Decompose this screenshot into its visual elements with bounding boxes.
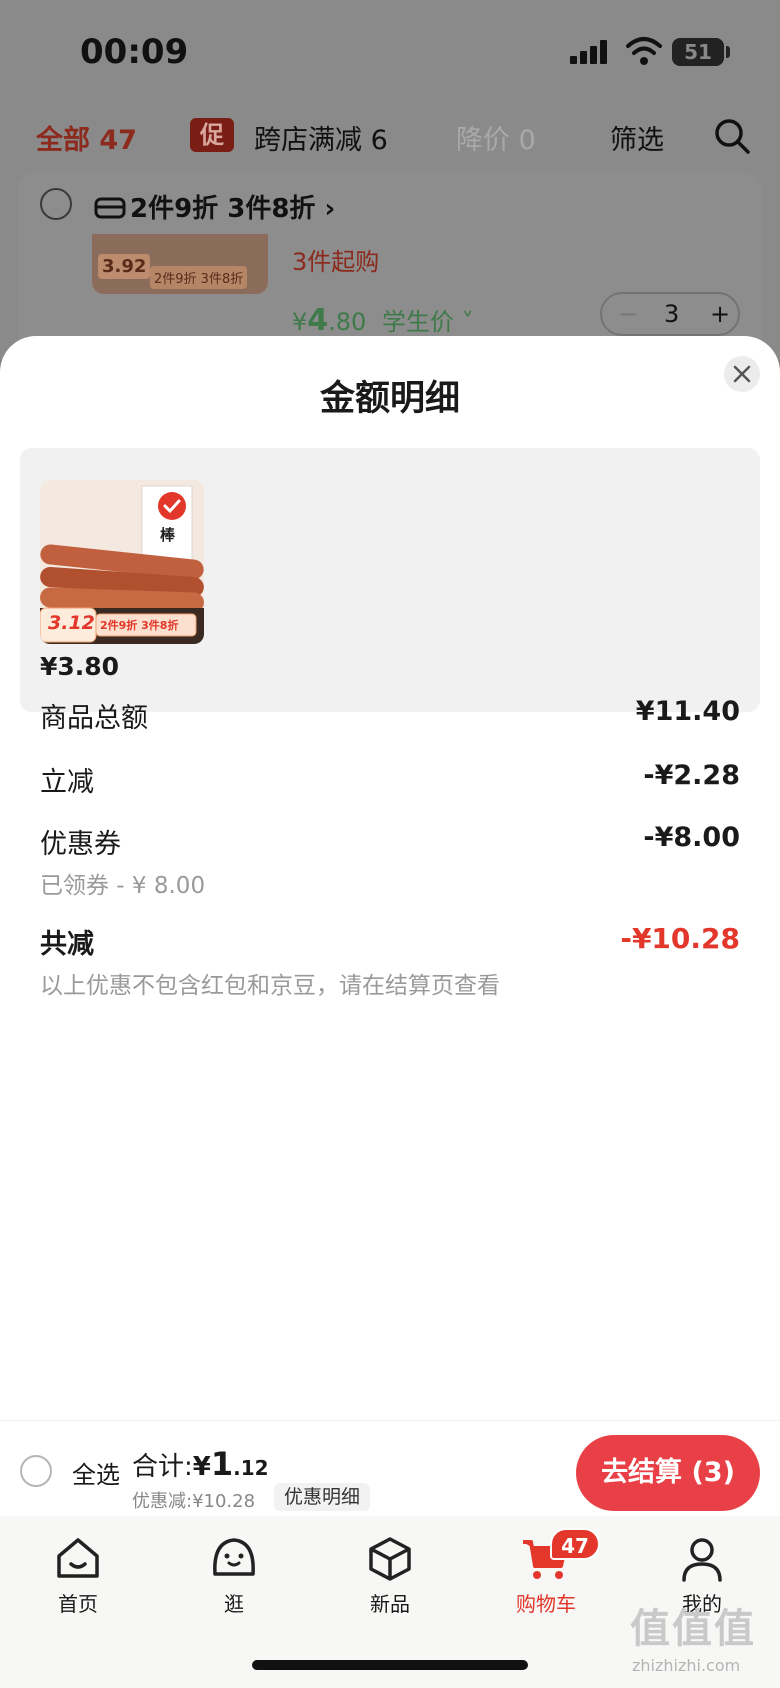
wifi-icon [626, 37, 662, 65]
student-price-label[interactable]: 学生价 ˅ [382, 308, 474, 336]
image-price: 3.12 [48, 612, 95, 634]
shop-icon [94, 197, 126, 219]
filter-all[interactable]: 全部 47 [36, 118, 137, 157]
box-icon [369, 1537, 411, 1581]
search-icon[interactable] [712, 116, 752, 156]
battery-icon: 51 [672, 38, 724, 66]
price-dec: .80 [328, 308, 367, 336]
amount-detail-sheet: 金额明细 棒 3.12 2件9折 3件8折 ¥3.80 商品总额 ¥11.40 … [0, 336, 780, 1420]
filter-price-drop[interactable]: 降价 0 [456, 118, 536, 157]
cart-badge: 47 [550, 1528, 600, 1560]
filter-cross-store[interactable]: 跨店满减 6 [254, 118, 388, 157]
stepper-minus[interactable]: − [618, 300, 638, 328]
total-dec: .12 [233, 1456, 269, 1480]
promo-tag-icon: 促 [190, 118, 234, 152]
tab-home[interactable]: 首页 [28, 1534, 128, 1617]
status-bar: 00:09 51 [0, 0, 780, 100]
image-promo: 2件9折 3件8折 [100, 619, 179, 632]
watermark-logo: 值值值 [630, 1606, 756, 1652]
coupon-sub: 已领券 - ¥ 8.00 [40, 873, 206, 899]
face-icon [213, 1538, 255, 1576]
thumb-price: 3.92 [98, 254, 151, 279]
cart-item-discount[interactable]: 2件9折 3件8折 › [94, 188, 335, 225]
status-time: 00:09 [80, 32, 189, 72]
price-symbol: ¥ [292, 308, 308, 336]
battery-tip [726, 46, 730, 58]
product-price: ¥3.80 [40, 652, 120, 681]
cart-item-checkbox[interactable] [40, 188, 72, 220]
stepper-plus[interactable]: + [710, 300, 730, 328]
stepper-value[interactable]: 3 [664, 300, 679, 328]
signal-icon [570, 40, 610, 64]
product-image[interactable]: 棒 3.12 2件9折 3件8折 [40, 480, 204, 644]
tab-browse[interactable]: 逛 [184, 1534, 284, 1617]
checkout-bar: 全选 合计:¥1.12 优惠减:¥10.28 优惠明细 去结算 (3) [0, 1420, 780, 1516]
thumb-promo: 2件9折 3件8折 [150, 266, 248, 289]
close-icon [733, 365, 751, 383]
image-brand: 棒 [160, 526, 176, 544]
cart-item-thumbnail[interactable]: 3.92 2件9折 3件8折 [92, 234, 268, 294]
quantity-stepper: − 3 + [600, 292, 740, 336]
total-price: 合计:¥1.12 [132, 1445, 269, 1483]
cart-item-price: ¥4.80 学生价 ˅ [292, 302, 474, 338]
home-indicator[interactable] [252, 1660, 528, 1670]
tab-new[interactable]: 新品 [340, 1534, 440, 1617]
tab-browse-label: 逛 [224, 1592, 244, 1616]
close-button[interactable] [724, 356, 760, 392]
product-summary: 棒 3.12 2件9折 3件8折 ¥3.80 [20, 448, 760, 712]
total-reduction-label: 共减 [40, 929, 94, 960]
cart-item-discount-text: 2件9折 3件8折 › [130, 194, 336, 224]
instant-discount-label: 立减 [40, 767, 94, 798]
total-label: 合计: [132, 1452, 193, 1482]
tab-home-label: 首页 [58, 1592, 98, 1616]
total-int: 1 [210, 1445, 234, 1483]
goods-total-value: ¥11.40 [635, 696, 740, 727]
coupon-label: 优惠券 [40, 829, 121, 860]
instant-discount-value: -¥2.28 [643, 760, 740, 791]
user-icon [682, 1538, 722, 1582]
cart-item-min-buy: 3件起购 [292, 248, 380, 276]
tab-cart-label: 购物车 [516, 1592, 576, 1616]
sheet-title: 金额明细 [319, 379, 460, 419]
price-int: 4 [307, 303, 329, 338]
filter-button[interactable]: 筛选 [610, 118, 664, 157]
filter-bar: 全部 47 促 跨店满减 6 降价 0 筛选 [0, 112, 780, 160]
total-symbol: ¥ [192, 1452, 211, 1482]
discount-total: 优惠减:¥10.28 [132, 1491, 256, 1512]
total-reduction-value: -¥10.28 [620, 922, 740, 955]
goods-total-label: 商品总额 [40, 703, 148, 734]
home-icon [57, 1538, 99, 1578]
select-all-checkbox[interactable] [20, 1455, 52, 1487]
watermark-url: zhizhizhi.com [632, 1656, 741, 1675]
tab-new-label: 新品 [370, 1592, 410, 1616]
checkout-button[interactable]: 去结算 (3) [576, 1435, 760, 1511]
total-reduction-note: 以上优惠不包含红包和京豆，请在结算页查看 [40, 973, 500, 999]
discount-detail-button[interactable]: 优惠明细 [274, 1483, 371, 1511]
select-all-label[interactable]: 全选 [72, 1455, 120, 1490]
coupon-value: -¥8.00 [643, 822, 740, 853]
